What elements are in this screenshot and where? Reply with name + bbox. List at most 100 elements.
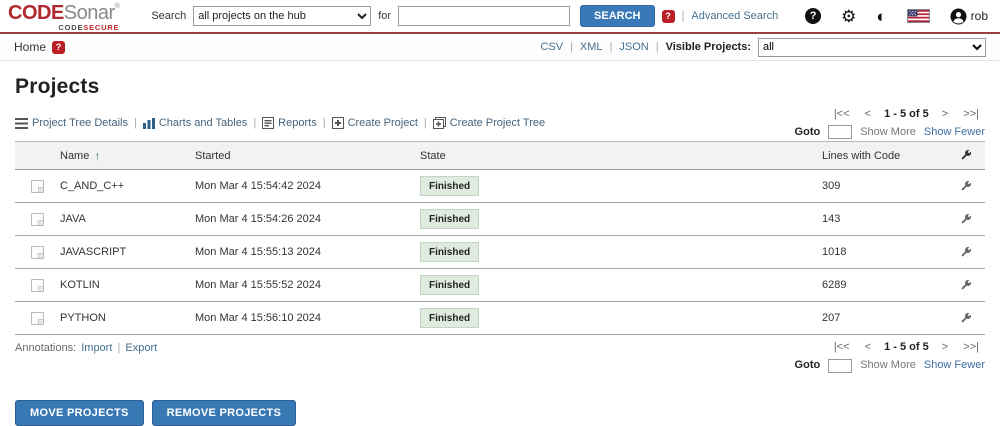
show-more-link[interactable]: Show More — [860, 357, 916, 375]
advanced-search-link[interactable]: Advanced Search — [691, 10, 778, 22]
lines-with-code: 1018 — [800, 246, 945, 258]
table-row: KOTLIN Mon Mar 4 15:55:52 2024 Finished … — [15, 269, 985, 302]
logo-sonar-text: Sonar — [64, 2, 115, 24]
search-scope-select[interactable]: all projects on the hub — [193, 6, 371, 26]
page-next-button[interactable]: > — [936, 341, 954, 353]
table-settings-wrench-icon[interactable] — [959, 149, 972, 162]
logo-trademark: ® — [115, 3, 120, 10]
separator: | — [656, 41, 659, 53]
separator: | — [570, 41, 573, 53]
page-first-button[interactable]: |<< — [828, 341, 856, 353]
main-content: Projects Project Tree Details | Charts a… — [0, 61, 1000, 426]
search-help-icon[interactable]: ? — [662, 10, 675, 23]
column-header-lines[interactable]: Lines with Code — [800, 150, 945, 162]
annotations-export-link[interactable]: Export — [123, 342, 159, 354]
row-settings-wrench-icon[interactable] — [959, 180, 972, 193]
annotations-import-link[interactable]: Import — [79, 342, 114, 354]
table-row: PYTHON Mon Mar 4 15:56:10 2024 Finished … — [15, 302, 985, 335]
search-button[interactable]: SEARCH — [580, 5, 654, 27]
tree-details-icon — [15, 118, 28, 129]
state-badge: Finished — [420, 176, 479, 196]
project-name[interactable]: C_AND_C++ — [60, 180, 195, 192]
project-name[interactable]: JAVASCRIPT — [60, 246, 195, 258]
json-export-link[interactable]: JSON — [619, 41, 648, 53]
page-last-button[interactable]: >>| — [957, 108, 985, 120]
breadcrumb: Home ? — [14, 40, 65, 54]
lines-with-code: 309 — [800, 180, 945, 192]
header-icon-group: ? ⚙ ◐ rob — [805, 8, 988, 25]
project-started: Mon Mar 4 15:55:13 2024 — [195, 246, 420, 258]
row-settings-wrench-icon[interactable] — [959, 279, 972, 292]
export-and-filter-group: CSV | XML | JSON | Visible Projects: all — [540, 38, 986, 57]
page-first-button[interactable]: |<< — [828, 108, 856, 120]
help-icon[interactable]: ? — [805, 8, 821, 24]
bar-chart-icon — [143, 118, 155, 129]
xml-export-link[interactable]: XML — [580, 41, 603, 53]
top-header: CODESonar® CODESECURE Search all project… — [0, 0, 1000, 34]
remove-projects-button[interactable]: REMOVE PROJECTS — [152, 400, 297, 426]
project-name[interactable]: JAVA — [60, 213, 195, 225]
row-checkbox[interactable] — [31, 312, 44, 325]
bulk-actions: MOVE PROJECTS REMOVE PROJECTS — [15, 400, 985, 426]
project-name[interactable]: PYTHON — [60, 312, 195, 324]
create-project-link[interactable]: Create Project — [332, 117, 418, 129]
logo-subtitle: CODESECURE — [8, 24, 119, 32]
csv-export-link[interactable]: CSV — [540, 41, 563, 53]
row-checkbox[interactable] — [31, 213, 44, 226]
separator: | — [610, 41, 613, 53]
state-badge: Finished — [420, 209, 479, 229]
gear-icon[interactable]: ⚙ — [841, 8, 856, 25]
show-fewer-link[interactable]: Show Fewer — [924, 357, 985, 375]
row-settings-wrench-icon[interactable] — [959, 246, 972, 259]
table-row: JAVA Mon Mar 4 15:54:26 2024 Finished 14… — [15, 203, 985, 236]
goto-page-input[interactable] — [828, 125, 852, 139]
page-title: Projects — [15, 75, 985, 99]
row-checkbox[interactable] — [31, 180, 44, 193]
row-settings-wrench-icon[interactable] — [959, 213, 972, 226]
page-last-button[interactable]: >>| — [957, 341, 985, 353]
search-label: Search — [151, 10, 186, 22]
page-range-label: 1 - 5 of 5 — [880, 108, 933, 120]
plus-square-icon — [332, 117, 344, 129]
project-tree-details-link[interactable]: Project Tree Details — [15, 117, 128, 129]
page-prev-button[interactable]: < — [859, 108, 877, 120]
projects-toolbar: Project Tree Details | Charts and Tables… — [15, 117, 545, 141]
reports-link[interactable]: Reports — [262, 117, 317, 129]
pagination-bottom: |<< < 1 - 5 of 5 > >>| Goto Show More Sh… — [795, 339, 985, 374]
breadcrumb-home-link[interactable]: Home — [14, 40, 46, 54]
row-settings-wrench-icon[interactable] — [959, 312, 972, 325]
goto-label: Goto — [795, 357, 821, 375]
page-prev-button[interactable]: < — [859, 341, 877, 353]
sort-ascending-icon[interactable]: ↑ — [94, 149, 100, 163]
visible-projects-select[interactable]: all — [758, 38, 986, 57]
move-projects-button[interactable]: MOVE PROJECTS — [15, 400, 144, 426]
user-avatar-icon — [950, 8, 967, 25]
create-project-tree-link[interactable]: Create Project Tree — [433, 117, 545, 129]
separator: | — [424, 117, 427, 129]
report-document-icon — [262, 117, 274, 129]
pagination-top: |<< < 1 - 5 of 5 > >>| Goto Show More Sh… — [795, 106, 985, 141]
user-menu[interactable]: rob — [950, 8, 988, 25]
row-checkbox[interactable] — [31, 246, 44, 259]
table-header-row: Name ↑ Started State Lines with Code — [15, 142, 985, 170]
goto-label: Goto — [795, 124, 821, 142]
search-input[interactable] — [398, 6, 570, 26]
goto-page-input[interactable] — [828, 359, 852, 373]
separator: | — [117, 342, 120, 354]
table-row: JAVASCRIPT Mon Mar 4 15:55:13 2024 Finis… — [15, 236, 985, 269]
plus-stacked-square-icon — [433, 117, 446, 129]
show-fewer-link[interactable]: Show Fewer — [924, 124, 985, 142]
column-header-started[interactable]: Started — [195, 150, 420, 162]
page-next-button[interactable]: > — [936, 108, 954, 120]
charts-and-tables-link[interactable]: Charts and Tables — [143, 117, 247, 129]
project-name[interactable]: KOTLIN — [60, 279, 195, 291]
column-header-state[interactable]: State — [420, 150, 800, 162]
row-checkbox[interactable] — [31, 279, 44, 292]
show-more-link[interactable]: Show More — [860, 124, 916, 142]
language-flag-icon[interactable] — [907, 9, 930, 23]
contrast-icon[interactable]: ◐ — [876, 8, 886, 25]
projects-table: Name ↑ Started State Lines with Code C_A… — [15, 141, 985, 335]
breadcrumb-help-icon[interactable]: ? — [52, 41, 65, 54]
state-badge: Finished — [420, 242, 479, 262]
column-header-name[interactable]: Name — [60, 150, 89, 162]
